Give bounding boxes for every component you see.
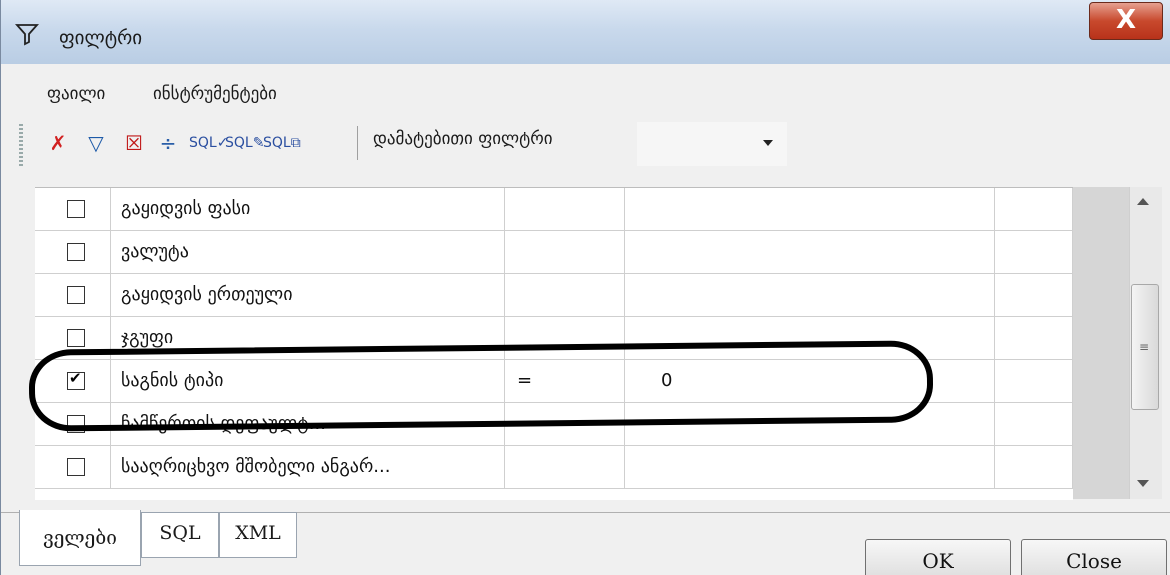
row-checkbox[interactable] [67, 200, 85, 218]
grip-icon: ≡ [1139, 340, 1150, 354]
sql-copy-icon[interactable]: SQL⧉ [263, 128, 301, 158]
title-bar[interactable] [1, 0, 1170, 64]
sql-check-icon[interactable]: SQL✓ [189, 128, 228, 158]
filter-icon[interactable]: ▽ [81, 128, 111, 158]
highlight-annotation [28, 340, 934, 432]
tab-fields[interactable]: ველები [19, 510, 141, 566]
window-title: ფილტრი [59, 27, 143, 49]
sql-edit-icon[interactable]: SQL✎ [225, 128, 264, 158]
field-name: გაყიდვის ერთეული [121, 284, 293, 305]
field-name: გაყიდვის ფასი [121, 198, 251, 219]
row-checkbox[interactable] [67, 286, 85, 304]
ok-button[interactable]: OK [865, 539, 1011, 575]
field-name: ვალუტა [121, 241, 189, 262]
row-checkbox[interactable] [67, 458, 85, 476]
scroll-down-icon[interactable] [1137, 480, 1149, 487]
menu-tools[interactable]: ინსტრუმენტები [153, 84, 277, 104]
menu-file[interactable]: ფაილი [47, 84, 105, 104]
close-button[interactable]: Close [1021, 539, 1167, 575]
tab-xml[interactable]: XML [219, 512, 297, 558]
scroll-up-icon[interactable] [1137, 198, 1149, 205]
close-icon[interactable]: X [1089, 2, 1163, 40]
field-name: სააღრიცხვო მშობელი ანგარ... [121, 456, 391, 477]
separator-icon[interactable]: ÷ [153, 128, 183, 158]
field-name: ჯგუფი [121, 327, 174, 348]
check-red-icon[interactable]: ☒ [119, 128, 149, 158]
toolbar-grip[interactable] [19, 124, 23, 166]
filter-dialog: ფილტრი X ფაილი ინსტრუმენტები ✗ ▽ ☒ ÷ SQL… [0, 0, 1170, 575]
table-row[interactable]: გაყიდვის ერთეული [35, 274, 1073, 317]
row-checkbox[interactable] [67, 243, 85, 261]
extra-filter-label: დამატებითი ფილტრი [373, 129, 553, 149]
chevron-down-icon[interactable] [763, 140, 773, 146]
table-row[interactable]: ვალუტა [35, 231, 1073, 274]
filter-icon [15, 24, 39, 46]
tab-sql[interactable]: SQL [141, 512, 219, 558]
toolbar-divider [357, 126, 358, 160]
table-row[interactable]: გაყიდვის ფასი [35, 188, 1073, 231]
clear-filter-icon[interactable]: ✗ [43, 128, 73, 158]
row-checkbox[interactable] [67, 329, 85, 347]
table-row[interactable]: სააღრიცხვო მშობელი ანგარ... [35, 446, 1073, 489]
